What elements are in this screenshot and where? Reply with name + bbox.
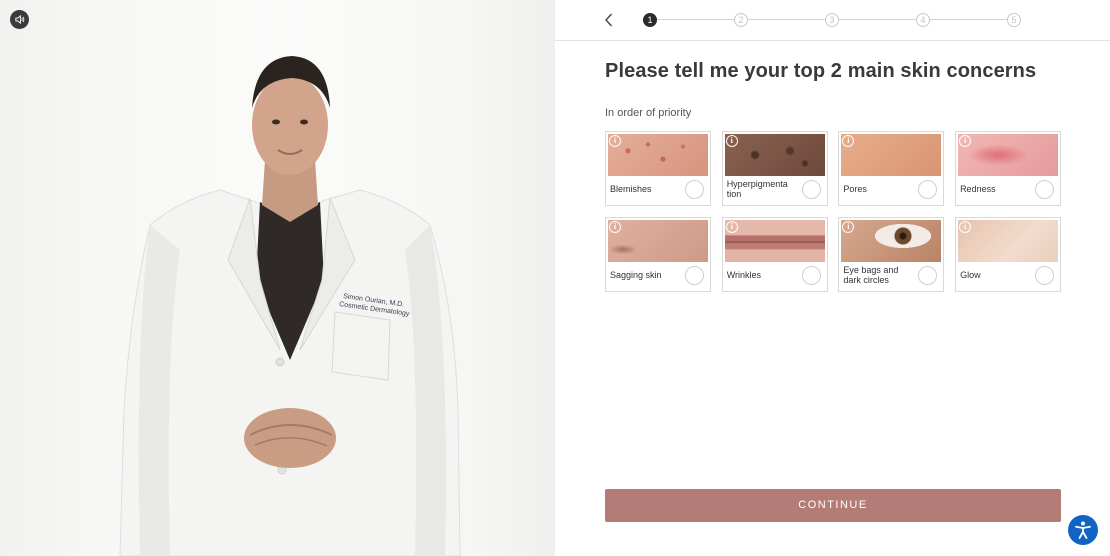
form-panel: 1 2 3 4 5 Please tell me your top 2 main…: [555, 0, 1110, 556]
chevron-left-icon: [605, 13, 613, 27]
concern-card-redness[interactable]: i Redness: [955, 131, 1062, 206]
concern-card-wrinkles[interactable]: i Wrinkles: [721, 217, 828, 292]
concern-radio-eye-bags[interactable]: [918, 266, 938, 285]
concerns-grid: i Blemishes i Hyperpigmentation i Pores: [605, 131, 1062, 292]
eye-photo: [841, 220, 942, 262]
concern-card-pores[interactable]: i Pores: [838, 131, 945, 206]
concern-label: Wrinkles: [726, 270, 762, 280]
video-panel: Simon Ourian, M.D. Cosmetic Dermatology: [0, 0, 555, 556]
step-2: 2: [734, 13, 748, 27]
doctor-figure: Simon Ourian, M.D. Cosmetic Dermatology: [119, 56, 461, 556]
speaker-icon: [15, 14, 25, 25]
info-icon[interactable]: i: [609, 135, 621, 147]
sagging-skin-photo: [608, 220, 708, 262]
info-icon[interactable]: i: [609, 221, 621, 233]
step-4: 4: [916, 13, 930, 27]
info-icon[interactable]: i: [959, 221, 972, 233]
concern-radio-redness[interactable]: [1035, 180, 1055, 199]
concern-label: Glow: [960, 270, 981, 280]
concern-card-hyperpigmentation[interactable]: i Hyperpigmenta tion: [721, 131, 828, 206]
concern-radio-hyperpigmentation[interactable]: [801, 180, 821, 199]
info-icon[interactable]: i: [725, 135, 738, 147]
concern-card-eye-bags[interactable]: i Eye bags and dark circles: [838, 217, 945, 292]
concern-radio-glow[interactable]: [1035, 266, 1055, 285]
redness-photo: [958, 134, 1059, 176]
concern-label: Hyperpigmenta tion: [726, 179, 788, 199]
pores-photo: [841, 134, 942, 176]
wrinkles-photo: [724, 220, 825, 262]
sound-toggle-button[interactable]: [10, 10, 29, 29]
concern-label: Eye bags and dark circles: [843, 265, 899, 285]
concern-card-glow[interactable]: i Glow: [955, 217, 1062, 292]
info-icon[interactable]: i: [725, 221, 738, 233]
concern-radio-sagging-skin[interactable]: [685, 266, 704, 285]
glow-photo: [958, 220, 1059, 262]
stepper-bar: 1 2 3 4 5: [555, 0, 1110, 41]
accessibility-icon: [1075, 521, 1091, 539]
concern-label: Pores: [843, 184, 867, 194]
step-5: 5: [1007, 13, 1021, 27]
concern-radio-pores[interactable]: [918, 180, 938, 199]
concern-label: Redness: [960, 184, 996, 194]
concern-card-blemishes[interactable]: i Blemishes: [605, 131, 711, 206]
step-1: 1: [643, 13, 657, 27]
accessibility-button[interactable]: [1068, 515, 1098, 545]
concern-label: Blemishes: [610, 184, 652, 194]
info-icon[interactable]: i: [959, 135, 972, 147]
concern-radio-wrinkles[interactable]: [801, 266, 821, 285]
concern-card-sagging-skin[interactable]: i Sagging skin: [605, 217, 711, 292]
hyperpigmentation-photo: [724, 134, 825, 176]
step-3: 3: [825, 13, 839, 27]
question-subtitle: In order of priority: [605, 107, 692, 119]
concern-label: Sagging skin: [610, 270, 662, 280]
back-button[interactable]: [601, 11, 617, 29]
app-root: Simon Ourian, M.D. Cosmetic Dermatology …: [0, 0, 1110, 556]
concern-radio-blemishes[interactable]: [685, 180, 704, 199]
continue-button[interactable]: CONTINUE: [605, 489, 1061, 522]
blemishes-photo: [608, 134, 708, 176]
question-title: Please tell me your top 2 main skin conc…: [605, 60, 1037, 82]
